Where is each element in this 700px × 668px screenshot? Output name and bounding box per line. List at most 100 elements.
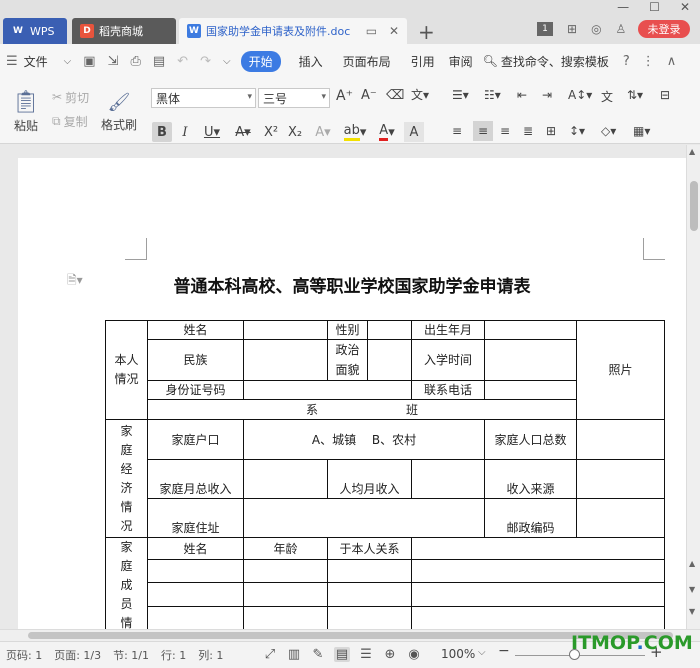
justify-icon[interactable]: ≣ bbox=[523, 124, 533, 138]
cell-member-extra[interactable] bbox=[411, 536, 665, 561]
underline-icon[interactable]: U▾ bbox=[199, 122, 225, 142]
font-size-select[interactable]: 三号 ▾ bbox=[258, 88, 330, 108]
cell-member[interactable] bbox=[411, 582, 665, 607]
phonetic-guide-icon[interactable]: 文▾ bbox=[411, 86, 429, 103]
redo-icon[interactable]: ↷ bbox=[194, 54, 217, 69]
fullscreen-icon[interactable]: ⤢ bbox=[262, 647, 278, 662]
outline-view-icon[interactable]: ☰ bbox=[358, 647, 374, 662]
tab-insert[interactable]: 插入 bbox=[289, 53, 333, 70]
zoom-dropdown-icon[interactable]: ⌵ bbox=[478, 647, 486, 658]
cell-member[interactable] bbox=[147, 582, 244, 607]
status-pages[interactable]: 页面: 1/3 bbox=[48, 647, 107, 663]
cell-gender[interactable] bbox=[367, 320, 412, 340]
vertical-scrollbar[interactable]: ▲ ▲ ▼ ▼ bbox=[686, 145, 700, 629]
chinese-layout-icon[interactable]: 文 bbox=[601, 88, 613, 105]
help-icon[interactable]: ? bbox=[617, 54, 636, 69]
numbered-list-icon[interactable]: ☷▾ bbox=[484, 88, 501, 102]
skin-icon[interactable]: ♙ bbox=[616, 22, 627, 36]
cell-phone[interactable] bbox=[484, 380, 577, 400]
font-family-select[interactable]: 黑体 ▾ bbox=[151, 88, 256, 108]
save-icon[interactable]: ▣ bbox=[77, 54, 101, 69]
align-center-icon[interactable]: ≡ bbox=[473, 121, 493, 141]
chevron-down-icon[interactable]: ⌵ bbox=[58, 56, 78, 67]
cell-member[interactable] bbox=[147, 559, 244, 584]
maximize-icon[interactable]: ☐ bbox=[649, 0, 660, 16]
paste-button[interactable]: 📋︎ 粘贴 bbox=[8, 86, 44, 138]
cell-household-options[interactable]: A、城镇 B、农村 bbox=[243, 419, 485, 460]
text-direction-icon[interactable]: A↕▾ bbox=[568, 88, 592, 102]
cell-per-capita[interactable] bbox=[411, 459, 485, 499]
cell-postcode[interactable] bbox=[576, 498, 665, 538]
minimize-icon[interactable]: — bbox=[617, 0, 629, 16]
tab-page-layout[interactable]: 页面布局 bbox=[333, 53, 401, 70]
cut-button[interactable]: ✂ 剪切 bbox=[52, 88, 89, 106]
undo-icon[interactable]: ↶ bbox=[171, 54, 194, 69]
tab-restore-icon[interactable]: ▭ bbox=[366, 24, 377, 38]
shading-icon[interactable]: ◇▾ bbox=[601, 124, 616, 138]
page-view-icon[interactable]: ▤ bbox=[334, 647, 350, 662]
collapse-ribbon-icon[interactable]: ∧ bbox=[661, 54, 683, 69]
cell-address[interactable] bbox=[243, 498, 485, 538]
cell-member[interactable] bbox=[327, 605, 412, 629]
document-page[interactable]: 🗎︎▾ 普通本科高校、高等职业学校国家助学金申请表 本人情况 姓名 性别 出生年… bbox=[18, 158, 686, 629]
cell-member[interactable] bbox=[411, 559, 665, 584]
pen-icon[interactable]: ✎ bbox=[310, 647, 326, 662]
sort-icon[interactable]: ⇅▾ bbox=[627, 88, 643, 102]
scroll-down-icon[interactable]: ▼ bbox=[689, 607, 695, 616]
subscript-icon[interactable]: X₂ bbox=[285, 122, 305, 142]
cell-monthly-income[interactable] bbox=[243, 459, 328, 499]
superscript-icon[interactable]: X² bbox=[261, 122, 281, 142]
zoom-out-icon[interactable]: − bbox=[498, 643, 510, 659]
cell-name[interactable] bbox=[243, 320, 328, 340]
sync-icon[interactable]: ◎ bbox=[591, 22, 601, 36]
login-button[interactable]: 未登录 bbox=[638, 20, 690, 38]
cell-family-count[interactable] bbox=[576, 419, 665, 460]
borders-icon[interactable]: ▦▾ bbox=[633, 124, 650, 138]
zoom-slider[interactable] bbox=[515, 655, 645, 656]
print-icon[interactable]: ⎙ bbox=[124, 54, 146, 69]
align-left-icon[interactable]: ≡ bbox=[452, 124, 462, 138]
cell-member[interactable] bbox=[243, 559, 328, 584]
bold-icon[interactable]: B bbox=[152, 122, 172, 142]
cell-enroll[interactable] bbox=[484, 339, 577, 381]
scroll-up-icon[interactable]: ▲ bbox=[689, 147, 695, 156]
print-preview-icon[interactable]: ▤ bbox=[147, 54, 171, 69]
align-right-icon[interactable]: ≡ bbox=[500, 124, 510, 138]
grow-font-icon[interactable]: A⁺ bbox=[336, 88, 353, 104]
format-painter-button[interactable]: 🖌︎ 格式刷 bbox=[100, 86, 138, 138]
italic-icon[interactable]: I bbox=[175, 122, 195, 142]
command-search[interactable]: 🔍︎ 查找命令、搜索模板 bbox=[475, 53, 617, 70]
row-dept-class[interactable]: 系班 bbox=[147, 399, 577, 420]
cell-id[interactable] bbox=[243, 380, 412, 400]
strikethrough-icon[interactable]: A▾ bbox=[230, 122, 256, 142]
scroll-page-up-icon[interactable]: ▲ bbox=[689, 559, 695, 568]
close-window-icon[interactable]: ✕ bbox=[680, 0, 690, 16]
vertical-scroll-thumb[interactable] bbox=[690, 181, 698, 231]
cell-ethnic[interactable] bbox=[243, 339, 328, 381]
tab-docer-mall[interactable]: D 稻壳商城 bbox=[72, 18, 176, 44]
font-color-icon[interactable]: A ▾ bbox=[374, 122, 400, 142]
clear-format-icon[interactable]: ⌫ bbox=[386, 88, 404, 103]
cell-member[interactable] bbox=[243, 582, 328, 607]
scroll-page-down-icon[interactable]: ▼ bbox=[689, 585, 695, 594]
show-marks-icon[interactable]: ⊟ bbox=[660, 88, 670, 102]
char-shading-icon[interactable]: A bbox=[404, 122, 424, 142]
bullet-list-icon[interactable]: ☰▾ bbox=[452, 88, 469, 102]
shrink-font-icon[interactable]: A⁻ bbox=[361, 88, 377, 103]
eye-protect-icon[interactable]: ◉ bbox=[406, 647, 422, 662]
tab-review[interactable]: 审阅 bbox=[445, 53, 475, 70]
new-tab-icon[interactable]: + bbox=[418, 20, 435, 44]
cell-member[interactable] bbox=[327, 559, 412, 584]
decrease-indent-icon[interactable]: ⇤ bbox=[517, 88, 527, 102]
grid-icon[interactable]: ⊞ bbox=[567, 22, 577, 36]
cell-income-source[interactable] bbox=[576, 459, 665, 499]
status-page-number[interactable]: 页码: 1 bbox=[0, 647, 48, 663]
cell-member[interactable] bbox=[147, 605, 244, 629]
cell-member[interactable] bbox=[243, 605, 328, 629]
cell-member[interactable] bbox=[411, 605, 665, 629]
more-icon[interactable]: ⋮ bbox=[636, 54, 661, 69]
hamburger-icon[interactable]: ☰ bbox=[0, 54, 24, 69]
export-icon[interactable]: ⇲ bbox=[102, 54, 125, 69]
copy-button[interactable]: ⧉ 复制 bbox=[52, 112, 88, 130]
tab-document[interactable]: W 国家助学金申请表及附件.doc ▭ ✕ bbox=[179, 18, 407, 44]
